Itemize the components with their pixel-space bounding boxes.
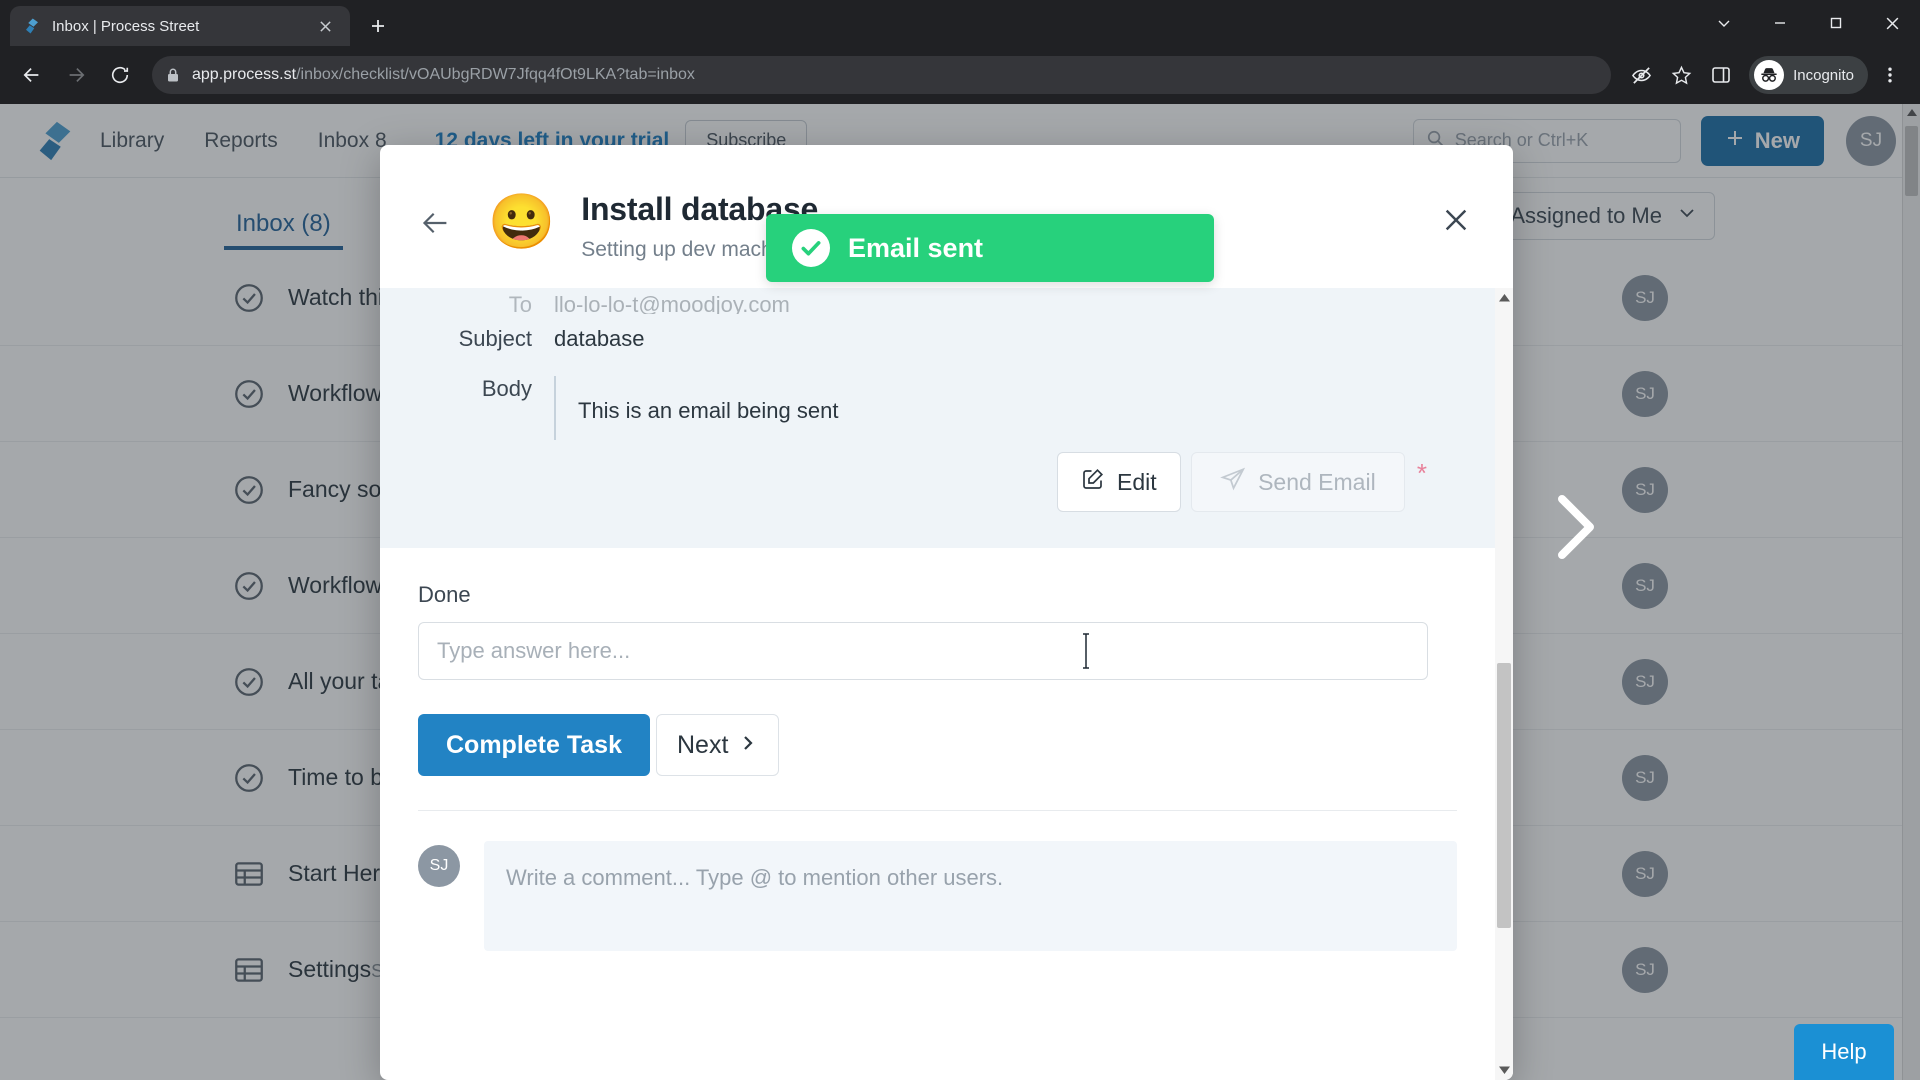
next-button-label: Next	[676, 730, 729, 759]
address-bar[interactable]: app.process.st/inbox/checklist/vOAUbgRDW…	[152, 56, 1612, 94]
email-subject-value: database	[554, 326, 645, 351]
email-action-buttons: Edit Send Email *	[418, 452, 1457, 512]
answer-input-placeholder: Type answer here...	[437, 638, 631, 663]
done-field-label: Done	[418, 582, 471, 607]
incognito-label: Incognito	[1793, 66, 1854, 84]
new-tab-button[interactable]	[360, 8, 396, 44]
answer-input[interactable]: Type answer here...	[418, 622, 1428, 680]
star-icon[interactable]	[1663, 57, 1699, 93]
scroll-up-arrow-icon[interactable]	[1495, 288, 1513, 308]
email-to-label: To	[508, 292, 532, 314]
modal-scrollbar-thumb[interactable]	[1497, 663, 1511, 928]
browser-chrome: Inbox | Process Street app.process.st/in…	[0, 0, 1920, 104]
edit-button-label: Edit	[1117, 468, 1157, 495]
email-widget: To llo-lo-lo-t@moodjoy.com Subject datab…	[380, 288, 1495, 548]
task-action-buttons: Complete Task Next	[418, 714, 1457, 776]
modal-scroll-content: To llo-lo-lo-t@moodjoy.com Subject datab…	[380, 288, 1495, 1080]
incognito-icon	[1754, 60, 1785, 90]
modal-scrollbar[interactable]	[1495, 288, 1513, 1080]
comment-composer: SJ Write a comment... Type @ to mention …	[380, 811, 1495, 951]
browser-toolbar: app.process.st/inbox/checklist/vOAUbgRDW…	[0, 46, 1920, 104]
scroll-down-arrow-icon[interactable]	[1495, 1060, 1513, 1080]
url-text: app.process.st/inbox/checklist/vOAUbgRDW…	[192, 66, 695, 84]
email-body-value: This is an email being sent	[554, 376, 838, 440]
kebab-menu-icon[interactable]	[1872, 57, 1908, 93]
pencil-square-icon	[1081, 467, 1105, 497]
modal-scrollbar-track[interactable]	[1495, 308, 1513, 1060]
next-button[interactable]: Next	[655, 714, 780, 776]
help-button[interactable]: Help	[1794, 1024, 1894, 1080]
check-circle-filled-icon	[792, 229, 830, 267]
lock-icon	[166, 67, 180, 83]
window-close-icon[interactable]	[1864, 0, 1920, 46]
task-form: Done Type answer here... Complete Task N…	[380, 548, 1495, 776]
edit-button[interactable]: Edit	[1056, 452, 1181, 512]
task-emoji: 😀	[488, 192, 556, 252]
email-subject-label: Subject	[458, 326, 532, 351]
email-fields: To llo-lo-lo-t@moodjoy.com Subject datab…	[418, 288, 1457, 452]
url-path: /inbox/checklist/vOAUbgRDW7Jfqq4fOt9LKA?…	[296, 66, 695, 83]
toast-message: Email sent	[848, 232, 984, 263]
task-modal: 😀 Install database Setting up dev machin…	[380, 145, 1513, 1080]
page-viewport: Library Reports Inbox 8 12 days left in …	[0, 104, 1920, 1080]
email-body-row: Body This is an email being sent	[418, 364, 1457, 452]
browser-tab[interactable]: Inbox | Process Street	[10, 6, 350, 46]
process-street-logo-icon	[22, 16, 42, 36]
window-controls	[1696, 0, 1920, 46]
text-cursor-icon	[1079, 631, 1093, 676]
reload-icon[interactable]	[100, 55, 140, 95]
maximize-icon[interactable]	[1808, 0, 1864, 46]
eye-slash-icon[interactable]	[1623, 57, 1659, 93]
forward-arrow-icon	[56, 55, 96, 95]
tab-title: Inbox | Process Street	[52, 17, 200, 35]
tab-strip: Inbox | Process Street	[0, 0, 1920, 46]
send-email-button-label: Send Email	[1258, 468, 1376, 495]
email-subject-row: Subject database	[418, 314, 1457, 364]
email-to-value: llo-lo-lo-t@moodjoy.com	[554, 292, 790, 314]
chevron-right-icon	[738, 731, 758, 760]
send-email-button: Send Email	[1190, 452, 1405, 512]
comment-input[interactable]: Write a comment... Type @ to mention oth…	[484, 841, 1457, 951]
minimize-icon[interactable]	[1752, 0, 1808, 46]
avatar: SJ	[418, 845, 460, 887]
paper-plane-icon	[1220, 466, 1246, 498]
chevron-down-icon[interactable]	[1696, 0, 1752, 46]
url-host: app.process.st	[192, 66, 297, 83]
next-task-chevron-icon[interactable]	[1548, 489, 1604, 570]
side-panel-icon[interactable]	[1703, 57, 1739, 93]
back-arrow-icon[interactable]	[12, 55, 52, 95]
close-icon[interactable]	[1433, 197, 1479, 243]
modal-body: To llo-lo-lo-t@moodjoy.com Subject datab…	[380, 288, 1513, 1080]
complete-task-button[interactable]: Complete Task	[418, 714, 650, 776]
email-body-label: Body	[481, 376, 532, 401]
incognito-indicator[interactable]: Incognito	[1749, 56, 1868, 94]
back-arrow-icon[interactable]	[414, 201, 458, 245]
required-marker: *	[1416, 458, 1427, 488]
toast-notification[interactable]: Email sent	[766, 214, 1214, 282]
email-to-row: To llo-lo-lo-t@moodjoy.com	[418, 292, 1457, 314]
close-icon[interactable]	[312, 13, 338, 39]
